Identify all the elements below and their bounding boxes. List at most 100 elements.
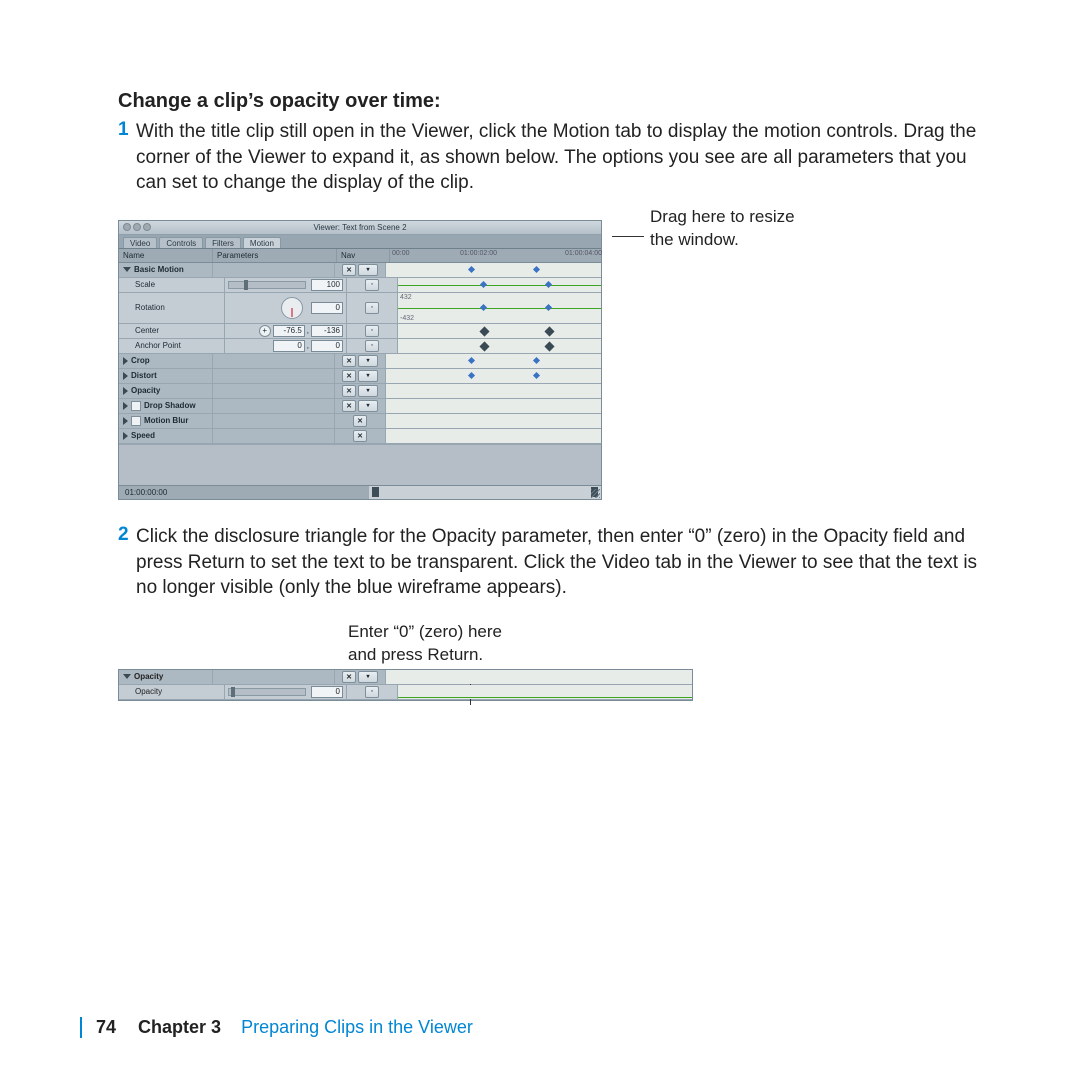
disclosure-triangle-icon[interactable] (123, 387, 128, 395)
keyframe-menu-button[interactable]: ▾ (358, 355, 378, 367)
row-rotation: Rotation 0 ◦ 432 -432 (119, 293, 601, 324)
header-parameters: Parameters (212, 249, 336, 262)
section-label: Basic Motion (134, 265, 184, 274)
row-scale: Scale 100 ◦ (119, 278, 601, 293)
disclosure-triangle-icon[interactable] (123, 674, 131, 679)
window-title: Viewer: Text from Scene 2 (119, 223, 601, 232)
opacity-slider[interactable] (228, 688, 306, 696)
keyframe-nav-button[interactable]: ◦ (365, 340, 379, 352)
ruler-tick: 01:00:02:00 (460, 250, 497, 257)
viewer-opacity-detail: Opacity ✕▾ Opacity 0 ◦ (118, 669, 693, 701)
disclosure-triangle-icon[interactable] (123, 402, 128, 410)
annotation-leader (612, 236, 644, 237)
keyframe-nav-button[interactable]: ◦ (365, 686, 379, 698)
section-crop[interactable]: Crop ✕▾ (119, 354, 601, 369)
tab-motion[interactable]: Motion (243, 237, 281, 248)
section-basic-motion[interactable]: Basic Motion ✕▾ (119, 263, 601, 278)
annotation-resize: Drag here to resize the window. (650, 206, 795, 252)
step-body: Click the disclosure triangle for the Op… (136, 524, 1000, 601)
anchor-x-field[interactable]: 0 (273, 340, 305, 352)
section-motion-blur[interactable]: Motion Blur ✕ (119, 414, 601, 429)
center-y-field[interactable]: -136 (311, 325, 343, 337)
section-label: Crop (131, 356, 150, 365)
timecode-bar: 01:00:00:00 (119, 485, 601, 499)
section-opacity[interactable]: Opacity ✕▾ (119, 670, 692, 685)
scrub-left-icon[interactable] (372, 487, 379, 497)
reset-button[interactable]: ✕ (342, 400, 356, 412)
section-drop-shadow[interactable]: Drop Shadow ✕▾ (119, 399, 601, 414)
opacity-field[interactable]: 0 (311, 686, 343, 698)
motion-blur-checkbox[interactable] (131, 416, 141, 426)
header-name: Name (119, 249, 212, 262)
tab-filters[interactable]: Filters (205, 237, 241, 248)
axis-label: 432 (400, 294, 412, 301)
section-label: Opacity (134, 672, 163, 681)
rotation-dial[interactable] (281, 297, 303, 319)
section-distort[interactable]: Distort ✕▾ (119, 369, 601, 384)
keyframe-nav-button[interactable]: ◦ (365, 325, 379, 337)
keyframe-menu-button[interactable]: ▾ (358, 400, 378, 412)
reset-button[interactable]: ✕ (342, 671, 356, 683)
reset-button[interactable]: ✕ (342, 355, 356, 367)
timeline-ruler[interactable]: 00:00 01:00:02:00 01:00:04:00 (389, 249, 601, 262)
disclosure-triangle-icon[interactable] (123, 357, 128, 365)
empty-area (119, 444, 601, 485)
section-heading: Change a clip’s opacity over time: (118, 90, 1000, 113)
reset-button[interactable]: ✕ (342, 264, 356, 276)
param-label: Rotation (135, 303, 165, 312)
keyframe-menu-button[interactable]: ▾ (358, 385, 378, 397)
disclosure-triangle-icon[interactable] (123, 372, 128, 380)
center-point-button[interactable]: + (259, 325, 271, 337)
section-speed[interactable]: Speed ✕ (119, 429, 601, 444)
keyframe-menu-button[interactable]: ▾ (358, 264, 378, 276)
viewer-tabs: Video Controls Filters Motion (119, 235, 601, 249)
disclosure-triangle-icon[interactable] (123, 267, 131, 272)
keyframe-menu-button[interactable]: ▾ (358, 671, 378, 683)
param-label: Scale (135, 280, 155, 289)
reset-button[interactable]: ✕ (342, 385, 356, 397)
section-label: Speed (131, 431, 155, 440)
step-1: 1 With the title clip still open in the … (118, 119, 1000, 196)
reset-button[interactable]: ✕ (353, 415, 367, 427)
reset-button[interactable]: ✕ (353, 430, 367, 442)
ruler-tick: 01:00:04:00 (565, 250, 602, 257)
keyframe-nav-button[interactable]: ◦ (365, 302, 379, 314)
current-timecode[interactable]: 01:00:00:00 (119, 488, 369, 497)
param-label: Anchor Point (135, 341, 181, 350)
row-anchor-point: Anchor Point 0,0 ◦ (119, 339, 601, 354)
keyframe-menu-button[interactable]: ▾ (358, 370, 378, 382)
chapter-title: Preparing Clips in the Viewer (241, 1017, 473, 1037)
step-2: 2 Click the disclosure triangle for the … (118, 524, 1000, 601)
disclosure-triangle-icon[interactable] (123, 432, 128, 440)
page-footer: 74 Chapter 3 Preparing Clips in the View… (80, 1017, 1000, 1038)
row-center: Center +-76.5,-136 ◦ (119, 324, 601, 339)
rotation-field[interactable]: 0 (311, 302, 343, 314)
section-label: Drop Shadow (144, 401, 196, 410)
window-titlebar: Viewer: Text from Scene 2 (119, 221, 601, 235)
tab-video[interactable]: Video (123, 237, 157, 248)
chapter-label: Chapter 3 (138, 1017, 221, 1037)
resize-handle-icon[interactable] (588, 486, 601, 499)
section-label: Motion Blur (144, 416, 188, 425)
section-label: Opacity (131, 386, 160, 395)
param-label: Center (135, 326, 159, 335)
center-x-field[interactable]: -76.5 (273, 325, 305, 337)
column-headers: Name Parameters Nav 00:00 01:00:02:00 01… (119, 249, 601, 263)
reset-button[interactable]: ✕ (342, 370, 356, 382)
row-opacity: Opacity 0 ◦ (119, 685, 692, 700)
page-number: 74 (96, 1017, 116, 1038)
scrub-bar[interactable] (369, 486, 601, 499)
scale-slider[interactable] (228, 281, 306, 289)
drop-shadow-checkbox[interactable] (131, 401, 141, 411)
keyframe-nav-button[interactable]: ◦ (365, 279, 379, 291)
disclosure-triangle-icon[interactable] (123, 417, 128, 425)
axis-label: -432 (400, 315, 414, 322)
tab-controls[interactable]: Controls (159, 237, 203, 248)
scale-field[interactable]: 100 (311, 279, 343, 291)
section-opacity[interactable]: Opacity ✕▾ (119, 384, 601, 399)
anchor-y-field[interactable]: 0 (311, 340, 343, 352)
section-label: Distort (131, 371, 157, 380)
header-nav: Nav (336, 249, 389, 262)
param-label: Opacity (135, 687, 162, 696)
ruler-tick: 00:00 (392, 250, 410, 257)
